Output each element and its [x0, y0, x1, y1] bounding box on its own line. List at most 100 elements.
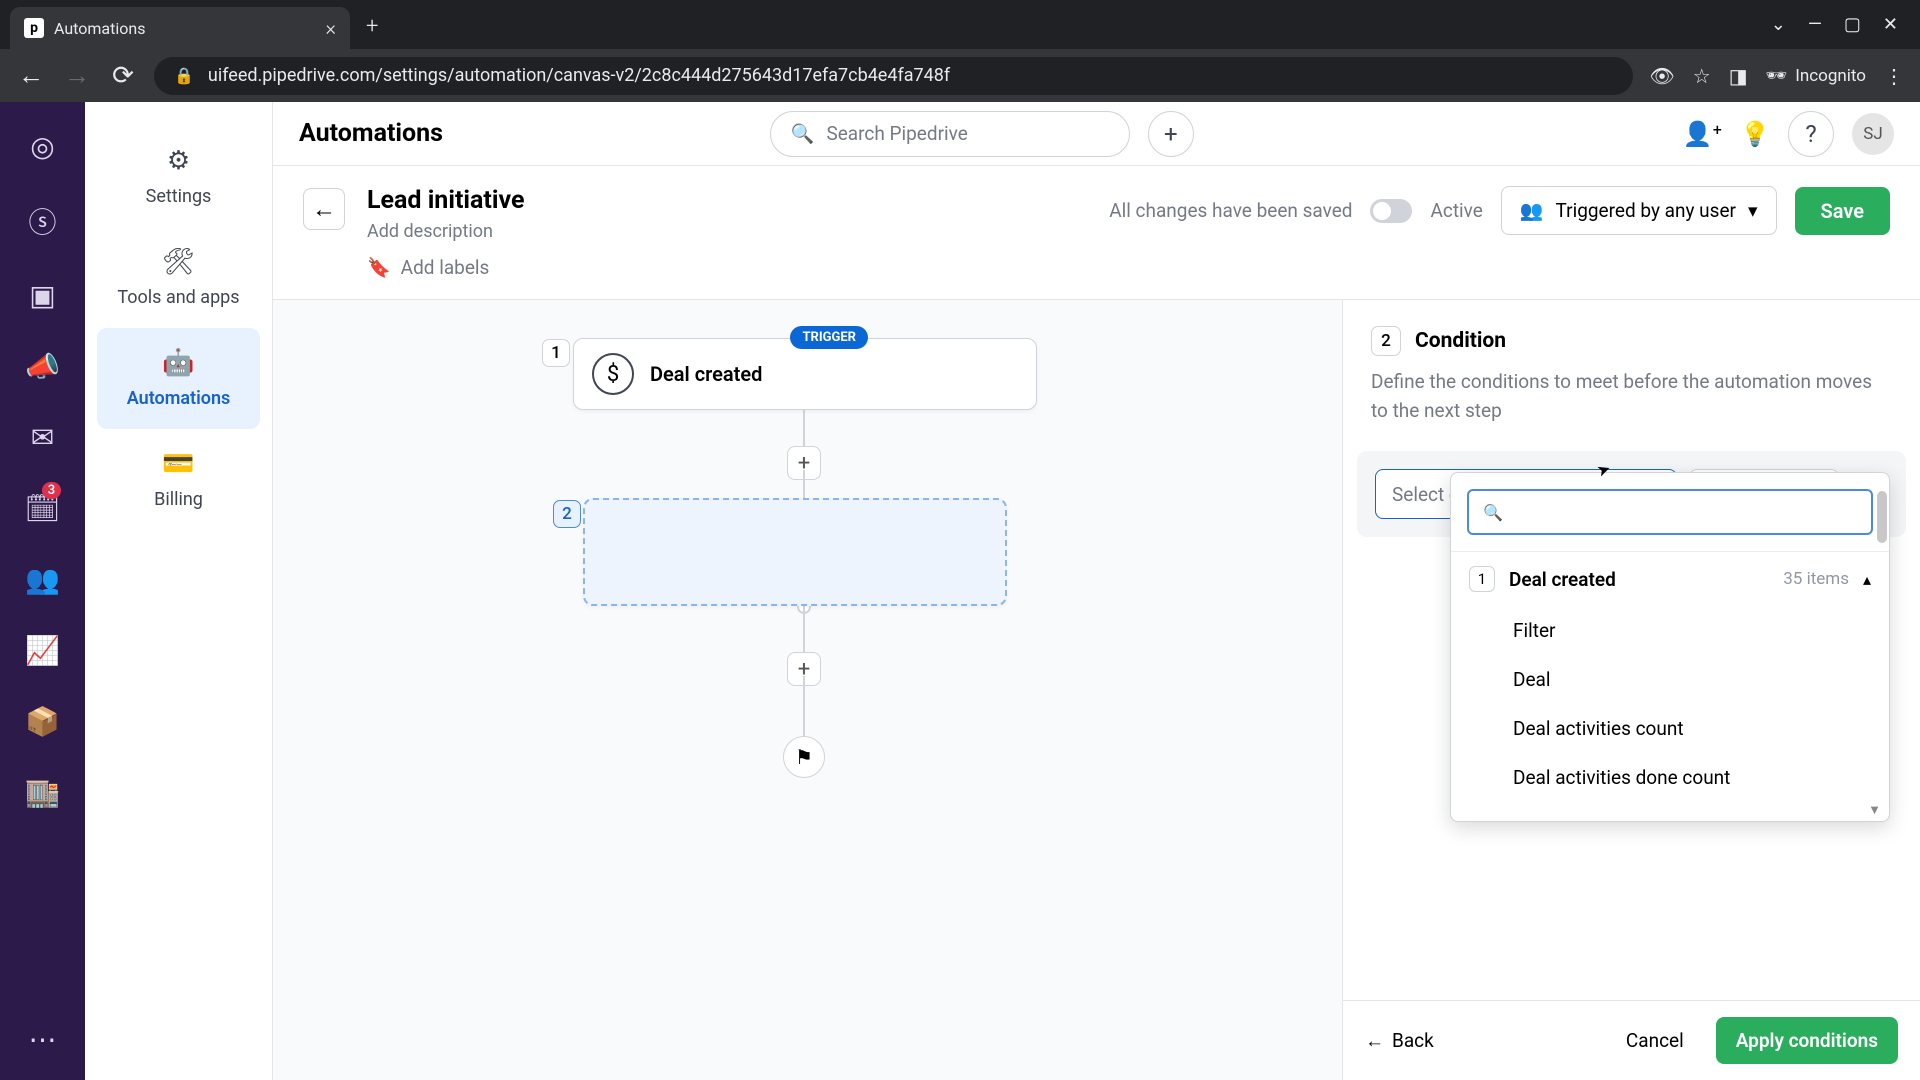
close-window-icon[interactable]: ✕	[1883, 14, 1898, 35]
star-icon[interactable]: ☆	[1693, 64, 1711, 88]
lightbulb-icon[interactable]: 💡	[1740, 120, 1770, 148]
sidebar-item-automations[interactable]: 🤖 Automations	[97, 328, 260, 429]
rail-badge: 3	[42, 482, 61, 499]
browser-tab[interactable]: p Automations ×	[10, 7, 350, 49]
dropdown-item[interactable]: Filter	[1451, 606, 1889, 655]
page-title: Automations	[299, 119, 752, 148]
kebab-menu-icon[interactable]: ⋮	[1884, 64, 1904, 88]
trigger-dropdown[interactable]: 👥 Triggered by any user ▾	[1501, 186, 1777, 235]
flag-icon: ⚑	[795, 745, 813, 769]
sidebar-item-label: Settings	[146, 186, 212, 207]
sidebar-item-settings[interactable]: ⚙ Settings	[85, 126, 272, 227]
address-bar: ← → ⟳ 🔒 uifeed.pipedrive.com/settings/au…	[0, 49, 1920, 102]
sidebar-item-billing[interactable]: 💳 Billing	[85, 429, 272, 530]
search-icon: 🔍	[1483, 503, 1503, 522]
cancel-button[interactable]: Cancel	[1608, 1017, 1702, 1064]
tag-icon: 🔖	[367, 256, 391, 279]
dropdown-item[interactable]: Deal activities done count	[1451, 753, 1889, 802]
gear-icon: ⚙	[167, 146, 190, 176]
back-button[interactable]: ←	[303, 188, 345, 230]
avatar[interactable]: SJ	[1852, 113, 1894, 155]
rail-contacts-icon[interactable]: 👥	[25, 563, 60, 596]
nav-rail: ◎ ⓢ ▣ 📣 ✉ 🗓3 👥 📈 📦 🏬 ⋯	[0, 102, 85, 1080]
help-button[interactable]: ?	[1788, 111, 1834, 157]
plus-icon: +	[1164, 120, 1178, 148]
panel-step-number: 2	[1371, 326, 1401, 356]
minimize-icon[interactable]: ―	[1808, 14, 1822, 35]
dropdown-search-input[interactable]: 🔍	[1467, 489, 1873, 535]
rail-marketplace-icon[interactable]: 🏬	[25, 776, 60, 809]
tools-icon: 🛠	[162, 247, 195, 277]
settings-sidebar: ⚙ Settings 🛠 Tools and apps 🤖 Automation…	[85, 102, 273, 1080]
connector-line	[803, 410, 805, 450]
add-labels-link[interactable]: 🔖 Add labels	[367, 256, 1087, 279]
window-controls: ⌄ ― ▢ ✕	[1771, 14, 1920, 49]
rail-home-icon[interactable]: ◎	[30, 130, 54, 163]
question-icon: ?	[1805, 120, 1816, 148]
forward-icon: →	[62, 60, 92, 91]
scrollbar[interactable]	[1877, 491, 1887, 543]
incognito-badge: 🕶 Incognito	[1766, 66, 1866, 86]
app-topbar: Automations 🔍 Search Pipedrive + 👤⁺ 💡 ? …	[273, 102, 1920, 166]
lock-icon: 🔒	[174, 66, 194, 85]
panel-title: Condition	[1415, 329, 1506, 353]
connector-line	[803, 676, 805, 736]
sidebar-item-label: Tools and apps	[117, 287, 239, 308]
automation-title[interactable]: Lead initiative	[367, 186, 1087, 215]
maximize-icon[interactable]: ▢	[1844, 14, 1861, 35]
back-icon[interactable]: ←	[16, 60, 46, 91]
field-dropdown: 🔍 1 Deal created 35 items ▴ Filter Deal …	[1450, 472, 1890, 822]
eye-off-icon[interactable]: 👁	[1649, 64, 1674, 88]
rail-projects-icon[interactable]: ▣	[29, 279, 55, 312]
reload-icon[interactable]: ⟳	[108, 61, 138, 91]
trigger-badge: TRIGGER	[790, 326, 868, 349]
automation-header: ← Lead initiative Add description 🔖 Add …	[273, 166, 1920, 300]
dropdown-item[interactable]: Deal activities count	[1451, 704, 1889, 753]
chevron-up-icon: ▴	[1863, 570, 1871, 589]
rail-insights-icon[interactable]: 📈	[25, 634, 60, 667]
rail-products-icon[interactable]: 📦	[25, 705, 60, 738]
url-text: uifeed.pipedrive.com/settings/automation…	[208, 65, 950, 86]
card-icon: 💳	[162, 449, 194, 479]
search-icon: 🔍	[791, 122, 815, 145]
incognito-icon: 🕶	[1766, 66, 1788, 86]
close-tab-icon[interactable]: ×	[326, 16, 336, 40]
add-description-link[interactable]: Add description	[367, 221, 1087, 242]
save-button[interactable]: Save	[1795, 187, 1890, 235]
back-link[interactable]: ← Back	[1365, 1029, 1434, 1053]
rail-mail-icon[interactable]: ✉	[31, 421, 54, 454]
chevron-down-icon[interactable]: ⌄	[1771, 14, 1786, 35]
active-toggle[interactable]	[1370, 199, 1412, 223]
search-input[interactable]: 🔍 Search Pipedrive	[770, 111, 1130, 157]
arrow-left-icon: ←	[312, 195, 336, 224]
automation-canvas[interactable]: + + ⚑ 1 TRIGGER $ Deal created 2	[273, 300, 1342, 1080]
panel-footer: ← Back Cancel Apply conditions	[1343, 1000, 1920, 1080]
active-label: Active	[1430, 199, 1482, 222]
step-number: 1	[542, 339, 570, 367]
trigger-node[interactable]: 1 TRIGGER $ Deal created	[573, 338, 1037, 410]
rail-deals-icon[interactable]: ⓢ	[28, 201, 56, 241]
extensions-icon[interactable]: ◨	[1729, 64, 1748, 88]
url-input[interactable]: 🔒 uifeed.pipedrive.com/settings/automati…	[154, 57, 1633, 95]
users-icon: 👥	[1520, 199, 1544, 222]
dropdown-item[interactable]: Deal	[1451, 655, 1889, 704]
invite-user-icon[interactable]: 👤⁺	[1683, 120, 1723, 148]
tab-favicon: p	[24, 18, 44, 38]
step-number: 2	[553, 500, 581, 528]
rail-campaigns-icon[interactable]: 📣	[25, 350, 60, 383]
rail-activities-icon[interactable]: 🗓3	[25, 492, 61, 525]
apply-conditions-button[interactable]: Apply conditions	[1716, 1017, 1898, 1064]
panel-description: Define the conditions to meet before the…	[1371, 368, 1892, 425]
dropdown-search-field[interactable]	[1513, 502, 1857, 523]
rail-more-icon[interactable]: ⋯	[29, 1023, 57, 1056]
add-button[interactable]: +	[1148, 111, 1194, 157]
node-label: Deal created	[650, 362, 762, 386]
scroll-down-arrow[interactable]: ▼	[1451, 802, 1889, 821]
robot-icon: 🤖	[162, 348, 194, 378]
arrow-left-icon: ←	[1365, 1029, 1384, 1053]
saved-status: All changes have been saved	[1109, 199, 1352, 222]
dropdown-group-header[interactable]: 1 Deal created 35 items ▴	[1451, 551, 1889, 606]
sidebar-item-tools[interactable]: 🛠 Tools and apps	[85, 227, 272, 328]
condition-node-placeholder[interactable]: 2	[583, 498, 1007, 606]
new-tab-button[interactable]: +	[350, 14, 394, 39]
